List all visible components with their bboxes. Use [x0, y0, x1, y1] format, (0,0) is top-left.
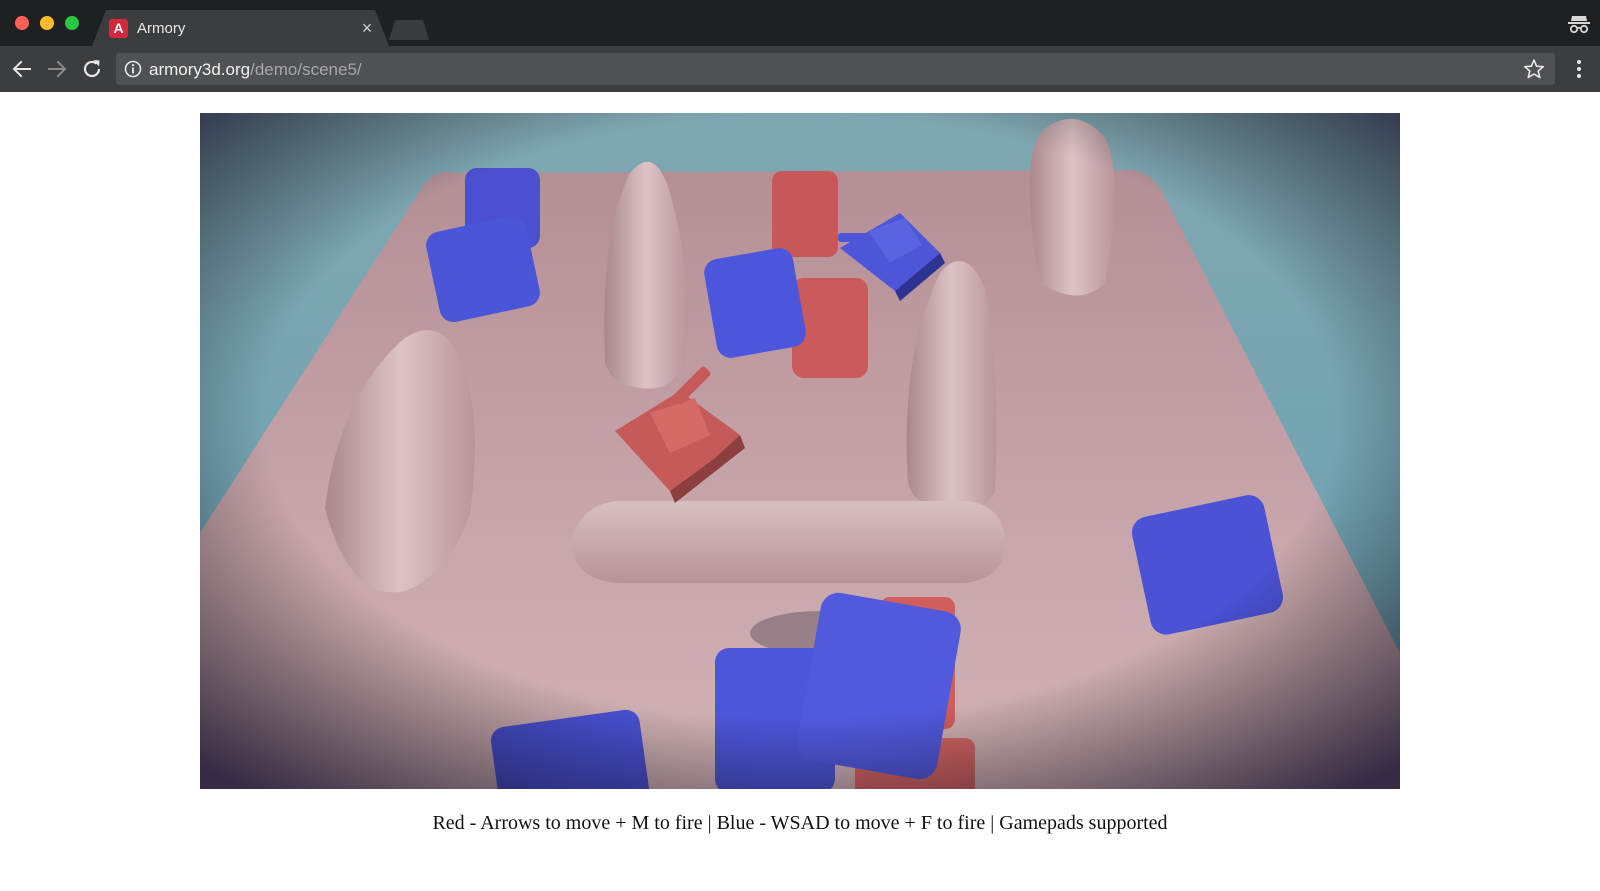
back-button[interactable]	[10, 57, 34, 81]
address-bar[interactable]: armory3d.org/demo/scene5/	[116, 53, 1555, 85]
url-path: /demo/scene5/	[250, 60, 362, 79]
tab-title: Armory	[137, 20, 186, 37]
star-icon[interactable]	[1523, 58, 1545, 80]
menu-icon[interactable]	[1569, 57, 1589, 81]
info-icon[interactable]	[124, 60, 142, 78]
browser-window: A Armory × armory3d.org/demo/scene5/ Red…	[0, 0, 1600, 891]
maximize-window-button[interactable]	[65, 16, 79, 30]
web-page: Red - Arrows to move + M to fire | Blue …	[0, 92, 1600, 891]
tab-armory[interactable]: A Armory ×	[92, 10, 389, 46]
url-host: armory3d.org	[149, 60, 251, 79]
incognito-icon	[1568, 16, 1590, 34]
vignette-overlay	[200, 113, 1400, 789]
reload-icon	[83, 60, 101, 78]
controls-caption: Red - Arrows to move + M to fire | Blue …	[432, 812, 1168, 834]
armory-favicon-icon: A	[109, 19, 128, 38]
reload-button[interactable]	[80, 57, 104, 81]
new-tab-button[interactable]	[389, 20, 429, 40]
close-window-button[interactable]	[15, 16, 29, 30]
forward-button[interactable]	[45, 57, 69, 81]
browser-toolbar: armory3d.org/demo/scene5/	[0, 46, 1600, 92]
tab-strip: A Armory ×	[0, 0, 1600, 46]
game-canvas[interactable]	[200, 113, 1400, 789]
minimize-window-button[interactable]	[40, 16, 54, 30]
back-icon	[12, 60, 31, 78]
forward-icon	[48, 60, 67, 78]
game-scene	[200, 113, 1400, 789]
url-text[interactable]: armory3d.org/demo/scene5/	[149, 60, 362, 79]
tab-close-button[interactable]: ×	[358, 17, 376, 39]
